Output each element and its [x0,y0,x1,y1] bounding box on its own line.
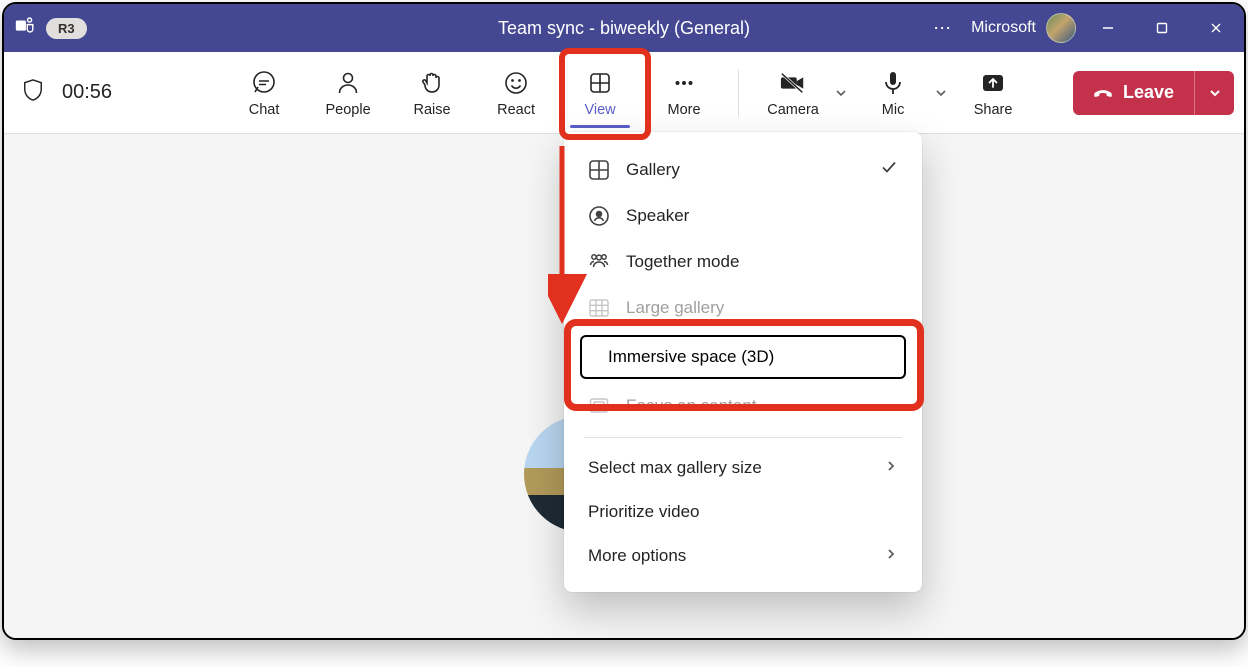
view-option-together[interactable]: Together mode [564,239,922,285]
mic-icon [880,68,906,98]
more-ellipsis-icon [671,68,697,98]
checkmark-icon [880,158,898,181]
view-grid-icon [587,68,613,98]
window-close-button[interactable] [1194,12,1238,44]
share-screen-icon [980,68,1006,98]
react-label: React [497,102,535,118]
leave-button[interactable]: Leave [1073,71,1194,115]
view-option-label: Speaker [626,206,689,226]
view-option-max-gallery[interactable]: Select max gallery size [564,446,922,490]
view-button[interactable]: View [558,58,642,128]
view-option-label: More options [588,546,686,566]
view-option-focus: Focus on content [564,383,922,429]
toolbar-divider [738,69,739,117]
chat-icon [251,68,277,98]
ring-badge: R3 [46,18,87,39]
view-option-label: Immersive space (3D) [608,347,774,367]
people-button[interactable]: People [306,58,390,128]
view-option-immersive[interactable]: Immersive space (3D) [580,335,906,379]
chevron-right-icon [884,546,898,566]
speaker-view-icon [588,205,610,227]
leave-label: Leave [1123,82,1174,103]
more-button[interactable]: More [642,58,726,128]
user-avatar[interactable] [1046,13,1076,43]
teams-logo-icon: T [14,15,36,42]
privacy-shield-icon[interactable] [22,78,44,107]
chevron-right-icon [884,458,898,478]
raise-hand-label: Raise [414,102,451,118]
dropdown-separator [584,437,902,438]
gallery-grid-icon [588,159,610,181]
mic-label: Mic [882,102,905,118]
view-option-large-gallery: Large gallery [564,285,922,331]
view-label: View [584,102,615,118]
view-option-more-options[interactable]: More options [564,534,922,578]
chat-button[interactable]: Chat [222,58,306,128]
share-label: Share [974,102,1013,118]
raise-hand-icon [419,68,445,98]
camera-label: Camera [767,102,819,118]
org-label: Microsoft [971,19,1036,37]
view-option-label: Select max gallery size [588,458,762,478]
large-gallery-icon [588,297,610,319]
focus-content-icon [588,395,610,417]
leave-chevron-down-icon[interactable] [1194,71,1234,115]
share-button[interactable]: Share [951,58,1035,128]
view-option-label: Gallery [626,160,680,180]
react-button[interactable]: React [474,58,558,128]
raise-hand-button[interactable]: Raise [390,58,474,128]
teams-meeting-window: T R3 Team sync - biweekly (General) ⋯ Mi… [2,2,1246,640]
window-minimize-button[interactable] [1086,12,1130,44]
camera-button[interactable]: Camera [751,58,835,128]
window-maximize-button[interactable] [1140,12,1184,44]
active-tab-underline [570,125,630,128]
view-option-speaker[interactable]: Speaker [564,193,922,239]
mic-button[interactable]: Mic [851,58,935,128]
camera-off-icon [780,68,806,98]
call-timer: 00:56 [62,81,112,104]
view-option-label: Prioritize video [588,502,700,522]
people-icon [335,68,361,98]
svg-text:T: T [18,21,24,30]
view-option-label: Large gallery [626,298,724,318]
view-option-label: Together mode [626,252,739,272]
title-more-icon[interactable]: ⋯ [925,12,961,45]
view-option-gallery[interactable]: Gallery [564,146,922,193]
people-label: People [325,102,370,118]
view-option-label: Focus on content [626,396,756,416]
leave-split-button: Leave [1073,71,1234,115]
view-option-prioritize-video[interactable]: Prioritize video [564,490,922,534]
meeting-toolbar: 00:56 Chat People [4,52,1244,134]
more-label: More [668,102,701,118]
together-mode-icon [588,251,610,273]
view-dropdown: Gallery Speaker Together mode [564,132,922,592]
react-smile-icon [503,68,529,98]
chat-label: Chat [249,102,280,118]
title-bar: T R3 Team sync - biweekly (General) ⋯ Mi… [4,4,1244,52]
